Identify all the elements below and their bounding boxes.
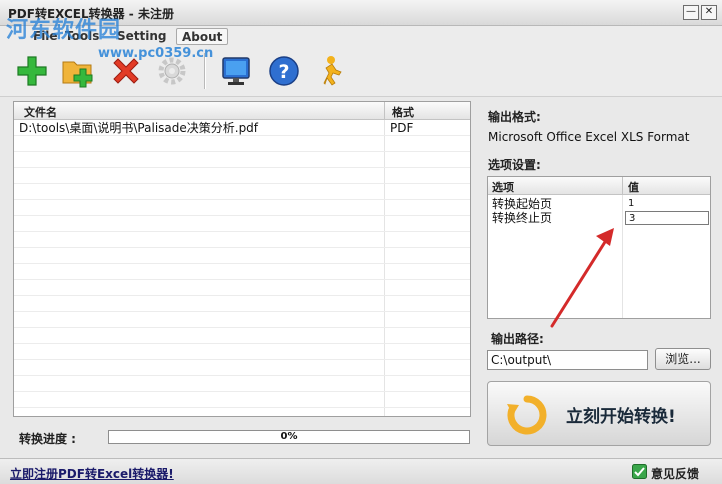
options-header: 选项 值 <box>488 177 710 195</box>
watermark-url: www.pc0359.cn <box>98 46 214 61</box>
progress-bar: 0% <box>108 430 470 444</box>
empty-row <box>14 249 470 264</box>
browse-button[interactable]: 浏览... <box>655 348 711 370</box>
empty-row <box>14 185 470 200</box>
refresh-icon <box>507 395 547 435</box>
file-list[interactable]: 文件名 格式 D:\tools\桌面\说明书\Palisade决策分析.pdf … <box>13 101 471 417</box>
output-path-title: 输出路径: <box>491 332 544 346</box>
column-filename[interactable]: 文件名 <box>24 104 57 120</box>
status-bar: 立即注册PDF转Excel转换器! 意见反馈 <box>0 458 722 484</box>
empty-row <box>14 153 470 168</box>
empty-row <box>14 233 470 248</box>
empty-row <box>14 297 470 312</box>
empty-row <box>14 217 470 232</box>
column-divider <box>622 177 623 195</box>
add-file-icon[interactable] <box>14 53 50 89</box>
table-row[interactable]: D:\tools\桌面\说明书\Palisade决策分析.pdf PDF <box>14 121 470 136</box>
close-icon[interactable]: ✕ <box>701 5 717 20</box>
column-divider <box>384 102 385 120</box>
check-icon <box>632 464 647 479</box>
file-name: D:\tools\桌面\说明书\Palisade决策分析.pdf <box>19 121 259 135</box>
output-path-input[interactable] <box>487 350 648 370</box>
option-name: 转换起始页 <box>492 197 553 211</box>
empty-row <box>14 361 470 376</box>
end-page-field[interactable]: 3 <box>625 211 709 225</box>
empty-row <box>14 393 470 408</box>
watermark-logo: 河东软件园 <box>6 18 122 43</box>
feedback-label: 意见反馈 <box>651 467 700 481</box>
start-convert-label: 立刻开始转换! <box>566 407 676 427</box>
options-title: 选项设置: <box>488 158 541 172</box>
user-icon[interactable] <box>312 53 348 89</box>
progress-label: 转换进度 : <box>19 432 76 446</box>
monitor-icon[interactable] <box>218 53 254 89</box>
svg-text:?: ? <box>278 61 289 83</box>
file-format: PDF <box>390 121 414 135</box>
empty-row <box>14 313 470 328</box>
annotation-arrow <box>550 228 614 328</box>
option-row-start-page[interactable]: 转换起始页 1 <box>488 197 710 211</box>
progress-text: 0% <box>280 431 298 442</box>
empty-row <box>14 377 470 392</box>
output-format-title: 输出格式: <box>488 110 541 124</box>
register-link[interactable]: 立即注册PDF转Excel转换器! <box>10 465 174 482</box>
empty-row <box>14 329 470 344</box>
column-value: 值 <box>628 181 639 194</box>
start-convert-button[interactable]: 立刻开始转换! <box>487 381 711 446</box>
empty-row <box>14 265 470 280</box>
empty-row <box>14 201 470 216</box>
file-list-header: 文件名 格式 <box>14 102 470 120</box>
column-format[interactable]: 格式 <box>392 104 414 120</box>
empty-row <box>14 345 470 360</box>
output-format-value: Microsoft Office Excel XLS Format <box>488 130 690 144</box>
add-folder-icon[interactable] <box>60 53 96 89</box>
menu-about[interactable]: About <box>176 28 229 45</box>
minimize-icon[interactable]: — <box>683 5 699 20</box>
empty-row <box>14 137 470 152</box>
empty-row <box>14 281 470 296</box>
start-page-value[interactable]: 1 <box>625 197 709 211</box>
column-option: 选项 <box>492 181 514 194</box>
empty-row <box>14 169 470 184</box>
help-icon[interactable]: ? <box>266 53 302 89</box>
